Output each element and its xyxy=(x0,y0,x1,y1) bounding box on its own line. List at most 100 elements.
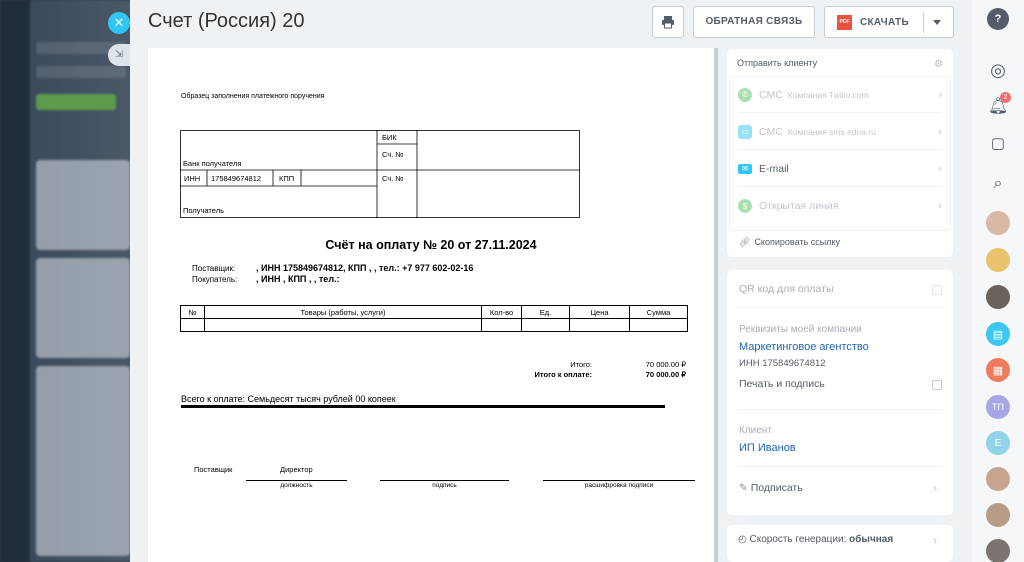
chat-icon[interactable]: ▢ xyxy=(986,131,1010,155)
channel-sms-edna[interactable]: ▭ СМС Компания sms.edna.ru › xyxy=(738,114,942,150)
avatar[interactable] xyxy=(986,248,1010,272)
goods-header: Цена xyxy=(569,305,630,319)
chevron-right-icon: › xyxy=(938,126,942,138)
feedback-button[interactable]: ОБРАТНАЯ СВЯЗЬ xyxy=(693,6,815,38)
avatar[interactable] xyxy=(986,539,1010,562)
client-section-label: Клиент xyxy=(739,425,772,436)
print-sign-checkbox[interactable] xyxy=(932,380,942,390)
bg-card xyxy=(36,366,130,556)
gear-icon[interactable]: ⚙ xyxy=(934,59,943,70)
caption-position: должность xyxy=(280,482,313,489)
sign-button[interactable]: ✎ Подписать xyxy=(739,482,803,494)
channel-name: E-mail xyxy=(759,162,789,175)
goods-header-row: № Товары (работы, услуги) Кол-во Ед. Цен… xyxy=(180,305,688,319)
goods-cell xyxy=(521,318,570,332)
download-label: СКАЧАТЬ xyxy=(860,16,909,28)
goods-cell xyxy=(569,318,630,332)
account-label: Сч. № xyxy=(382,174,404,183)
supplier-value: , ИНН 175849674812, КПП , , тел.: +7 977… xyxy=(256,263,474,273)
open-line-icon: $ xyxy=(738,199,752,213)
download-button[interactable]: PDF СКАЧАТЬ xyxy=(824,6,954,38)
chevron-right-icon: › xyxy=(933,533,937,547)
chevron-right-icon: › xyxy=(933,481,937,495)
chevron-right-icon: › xyxy=(938,200,942,212)
avatar[interactable] xyxy=(986,503,1010,527)
avatar-initials: Е xyxy=(994,437,1002,449)
copilot-icon[interactable]: ◎ xyxy=(986,58,1010,82)
page-title: Счет (Россия) 20 xyxy=(148,10,305,32)
invoice-title: Счёт на оплату № 20 от 27.11.2024 xyxy=(325,238,537,252)
divider xyxy=(923,13,924,33)
speed-value: обычная xyxy=(849,534,894,545)
calendar-icon[interactable]: ▦ xyxy=(986,358,1010,382)
goods-cell xyxy=(481,318,522,332)
company-section-label: Реквизиты моей компании xyxy=(739,324,862,335)
generation-speed-card[interactable]: ◴ Скорость генерации: обычная › xyxy=(727,525,953,562)
inn-value: 175849674812 xyxy=(211,174,262,183)
avatar[interactable]: ТП xyxy=(986,395,1010,419)
total-label: Итого: xyxy=(570,360,592,369)
total-value: 70 000.00 ₽ xyxy=(645,360,686,369)
print-button[interactable] xyxy=(652,6,684,38)
help-icon[interactable]: ? xyxy=(987,8,1009,30)
chevron-right-icon: › xyxy=(938,89,942,101)
kpp-label: КПП xyxy=(279,174,295,183)
bg-card xyxy=(36,258,130,358)
channel-sub: Компания Twilio.com xyxy=(787,89,869,100)
chat-group-icon[interactable]: ▤ xyxy=(986,322,1010,346)
channel-name: СМС xyxy=(759,125,783,138)
goods-header: Кол-во xyxy=(481,305,522,319)
buyer-label: Покупатель: xyxy=(192,275,238,284)
collapse-icon[interactable]: ⇲ xyxy=(108,44,130,66)
company-inn: ИНН 175849674812 xyxy=(739,358,826,369)
total-in-words: Всего к оплате: Семьдесят тысяч рублей 0… xyxy=(181,394,396,404)
print-sign-label: Печать и подпись xyxy=(739,378,825,390)
pen-icon: ✎ xyxy=(739,482,748,494)
avatar[interactable] xyxy=(986,467,1010,491)
inn-label: ИНН xyxy=(184,174,201,183)
chevron-right-icon: › xyxy=(938,163,942,175)
close-icon[interactable]: ✕ xyxy=(108,12,130,34)
bg-strip xyxy=(36,66,126,78)
copy-link-button[interactable]: 🔗︎ Скопировать ссылку xyxy=(739,237,840,248)
total-due-value: 70 000.00 ₽ xyxy=(645,370,686,379)
goods-cell xyxy=(180,318,205,332)
divider xyxy=(737,466,943,467)
speed-row: ◴ Скорость генерации: обычная xyxy=(738,534,893,545)
qr-label: QR код для оплаты xyxy=(739,283,834,295)
goods-header: № xyxy=(180,305,205,319)
goods-header: Сумма xyxy=(629,305,688,319)
goods-cell xyxy=(629,318,688,332)
caption-decoding: расшифровка подписи xyxy=(584,482,654,489)
document-scrollbar[interactable] xyxy=(714,48,718,562)
signature-position: Директор xyxy=(280,465,313,474)
account-label: Сч. № xyxy=(382,150,404,159)
right-rail: ? ◎ 🔔︎ 2 ▢ ⌕ ▤ ▦ ТП Е xyxy=(972,0,1024,562)
sample-caption: Образец заполнения платежного поручения xyxy=(181,93,325,100)
caption-signature: подпись xyxy=(432,482,457,489)
avatar[interactable]: Е xyxy=(986,431,1010,455)
speed-label: Скорость генерации: xyxy=(749,534,847,545)
qr-checkbox[interactable] xyxy=(932,285,942,295)
signature-supplier-label: Поставщик xyxy=(194,465,233,474)
sign-label: Подписать xyxy=(750,482,803,494)
client-name-link[interactable]: ИП Иванов xyxy=(739,442,796,454)
goods-header: Товары (работы, услуги) xyxy=(204,305,482,319)
search-icon[interactable]: ⌕ xyxy=(986,172,1010,196)
channel-email[interactable]: ✉ E-mail › xyxy=(738,151,942,187)
total-due-label: Итого к оплате: xyxy=(534,370,592,379)
avatar[interactable] xyxy=(986,211,1010,235)
company-name-link[interactable]: Маркетинговое агентство xyxy=(739,341,869,353)
whatsapp-icon: ✆ xyxy=(738,87,752,102)
signature-line xyxy=(380,480,509,481)
avatar[interactable] xyxy=(986,285,1010,309)
channel-list: ✆ СМС Компания Twilio.com › ▭ СМС Компан… xyxy=(729,76,951,231)
channel-open-line[interactable]: $ Открытая линия › xyxy=(738,188,942,224)
goods-cell xyxy=(204,318,482,332)
pdf-icon: PDF xyxy=(837,14,852,30)
invoice-slider: Счет (Россия) 20 ОБРАТНАЯ СВЯЗЬ PDF СКАЧ… xyxy=(130,0,972,562)
chevron-down-icon[interactable] xyxy=(933,20,941,25)
email-icon: ✉ xyxy=(738,163,752,174)
bg-card xyxy=(36,160,130,250)
channel-sms-twilio[interactable]: ✆ СМС Компания Twilio.com › xyxy=(738,77,942,113)
